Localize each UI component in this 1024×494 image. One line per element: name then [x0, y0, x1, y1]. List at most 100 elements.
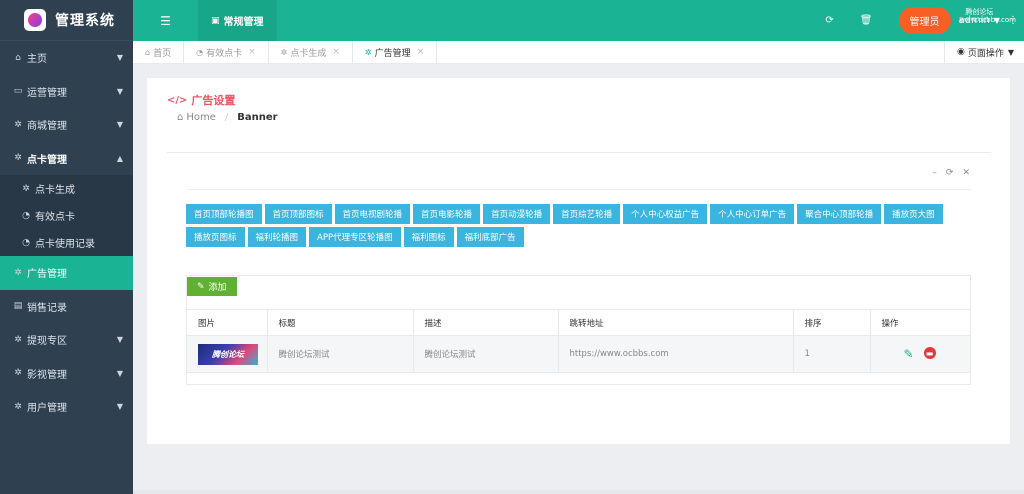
sidebar-item-card-management[interactable]: ✲ 点卡管理 ▲ — [0, 142, 133, 176]
sidebar-item-video[interactable]: ✲ 影视管理 ▼ — [0, 357, 133, 391]
sidebar-item-mall[interactable]: ✲ 商城管理 ▼ — [0, 108, 133, 142]
dashboard-icon: ◔ — [196, 47, 204, 57]
breadcrumb-home[interactable]: Home — [186, 112, 216, 123]
divider — [167, 152, 991, 153]
page-ops-label: 页面操作 — [967, 48, 1004, 59]
close-icon[interactable]: × — [248, 47, 256, 57]
user-card-icon: ▣ — [211, 15, 220, 26]
breadcrumb: ⌂ Home / Banner — [177, 112, 278, 123]
category-button[interactable]: APP代理专区轮播图 — [309, 227, 401, 247]
sidebar-item-label: 商城管理 — [27, 121, 67, 133]
tab-valid-cards[interactable]: ◔ 有效点卡 × — [184, 41, 269, 63]
category-button[interactable]: 首页电视剧轮播 — [334, 204, 411, 224]
add-button-label: 添加 — [208, 283, 227, 293]
sidebar-subitem-card-usage[interactable]: ◔ 点卡使用记录 — [0, 229, 133, 256]
app-logo-icon — [24, 9, 46, 31]
close-icon[interactable]: × — [417, 47, 425, 57]
sidebar-item-ads[interactable]: ✲ 广告管理 — [0, 256, 133, 290]
column-header: 标题 — [267, 309, 414, 336]
refresh-icon[interactable]: ⟳ — [946, 168, 954, 178]
sidebar-item-label: 提现专区 — [27, 336, 67, 348]
ads-table: 图片 标题 描述 跳转地址 排序 操作 腾创论坛 腾创论坛测试 腾创论坛测试 h… — [187, 309, 970, 373]
close-icon[interactable]: ✕ — [962, 168, 970, 178]
sidebar-subitem-label: 点卡使用记录 — [35, 239, 95, 250]
code-icon: </> — [167, 94, 188, 106]
trash-icon[interactable]: 🗑 — [860, 15, 873, 26]
category-button[interactable]: 播放页大图 — [884, 204, 943, 224]
refresh-icon[interactable]: ⟳ — [825, 15, 833, 26]
sidebar-item-label: 点卡管理 — [27, 154, 67, 166]
category-button[interactable]: 播放页图标 — [186, 227, 245, 247]
gears-icon: ✲ — [14, 401, 22, 412]
category-button[interactable]: 首页动漫轮播 — [483, 204, 551, 224]
sidebar-item-label: 用户管理 — [27, 403, 67, 415]
chevron-down-icon: ▼ — [1007, 47, 1014, 57]
home-icon: ⌂ — [145, 47, 151, 57]
sidebar-subitem-card-generate[interactable]: ✲ 点卡生成 — [0, 175, 133, 202]
add-button[interactable]: ✎ 添加 — [187, 277, 237, 296]
role-button[interactable]: 管理员 — [898, 7, 951, 34]
app-title: 管理系统 — [55, 13, 115, 29]
chevron-up-icon: ▲ — [116, 153, 123, 163]
table-header-row: 图片 标题 描述 跳转地址 排序 操作 — [187, 309, 970, 336]
thumbnail-text: 腾创论坛 — [212, 349, 244, 359]
category-button[interactable]: 福利轮播图 — [247, 227, 307, 247]
sidebar-item-operations[interactable]: ▭ 运营管理 ▼ — [0, 75, 133, 109]
sidebar-item-users[interactable]: ✲ 用户管理 ▼ — [0, 390, 133, 424]
image-cell: 腾创论坛 — [187, 335, 268, 373]
category-button[interactable]: 个人中心权益广告 — [623, 204, 708, 224]
sidebar-subitem-label: 点卡生成 — [35, 185, 75, 196]
category-button[interactable]: 首页电影轮播 — [413, 204, 481, 224]
tab-label: 首页 — [153, 48, 172, 59]
column-header: 操作 — [870, 309, 970, 336]
minimize-icon[interactable]: – — [932, 168, 937, 178]
sidebar-item-label: 运营管理 — [27, 87, 67, 99]
tab-ads[interactable]: ✲ 广告管理 × — [353, 41, 438, 63]
tab-home[interactable]: ⌂ 首页 — [133, 41, 185, 63]
sidebar-item-home[interactable]: ⌂ 主页 ▼ — [0, 41, 133, 75]
breadcrumb-separator: / — [224, 112, 229, 123]
chevron-down-icon: ▼ — [116, 335, 123, 345]
delete-icon[interactable]: ▬ — [923, 347, 936, 359]
watermark-line1: 腾创论坛 — [965, 8, 994, 16]
category-button[interactable]: 福利图标 — [403, 227, 454, 247]
gears-icon: ✲ — [14, 153, 22, 164]
tab-card-generate[interactable]: ✲ 点卡生成 × — [269, 41, 353, 63]
category-button[interactable]: 聚合中心顶部轮播 — [797, 204, 882, 224]
category-button[interactable]: 首页顶部轮播图 — [186, 204, 262, 224]
gears-icon: ✲ — [14, 267, 22, 278]
category-button[interactable]: 个人中心订单广告 — [710, 204, 795, 224]
home-icon: ⌂ — [15, 52, 21, 63]
gears-icon: ✲ — [14, 368, 22, 379]
sidebar-item-sales[interactable]: ▤ 销售记录 — [0, 290, 133, 324]
sidebar-item-withdraw[interactable]: ✲ 提现专区 ▼ — [0, 323, 133, 357]
chevron-down-icon: ▼ — [116, 86, 123, 96]
page-operations-dropdown[interactable]: ◉ 页面操作 ▼ — [943, 41, 1024, 63]
close-icon[interactable]: × — [332, 47, 340, 57]
url-cell: https://www.ocbbs.com — [558, 335, 794, 373]
top-tab-general[interactable]: ▣ 常规管理 — [198, 0, 277, 41]
title-cell: 腾创论坛测试 — [267, 335, 414, 373]
page-tabbar: ⌂ 首页 ◔ 有效点卡 × ✲ 点卡生成 × ✲ 广告管理 × ◉ 页面操作 ▼ — [133, 41, 1024, 64]
banner-thumbnail[interactable]: 腾创论坛 — [198, 343, 258, 365]
actions-cell: ✎ ▬ — [870, 335, 970, 373]
circle-dot-icon: ◉ — [956, 47, 965, 57]
ad-category-buttons: 首页顶部轮播图 首页顶部图标 首页电视剧轮播 首页电影轮播 首页动漫轮播 首页综… — [186, 204, 976, 247]
page-title: </> 广告设置 — [167, 92, 235, 108]
column-header: 图片 — [187, 309, 268, 336]
edit-icon[interactable]: ✎ — [904, 347, 914, 361]
category-button[interactable]: 福利底部广告 — [456, 227, 524, 247]
category-button[interactable]: 首页顶部图标 — [264, 204, 332, 224]
footer-bar — [133, 490, 1024, 494]
dashboard-icon: ◔ — [22, 237, 30, 248]
pencil-icon: ✎ — [197, 281, 205, 292]
breadcrumb-current: Banner — [237, 112, 278, 123]
menu-toggle-button[interactable]: ☰ — [133, 0, 198, 41]
tab-label: 有效点卡 — [206, 48, 243, 59]
gears-icon: ✲ — [280, 47, 288, 57]
chevron-down-icon: ▼ — [116, 120, 123, 130]
sidebar-item-label: 销售记录 — [27, 302, 67, 314]
gears-icon: ✲ — [22, 183, 30, 194]
category-button[interactable]: 首页综艺轮播 — [553, 204, 621, 224]
sidebar-subitem-valid-cards[interactable]: ◔ 有效点卡 — [0, 202, 133, 229]
